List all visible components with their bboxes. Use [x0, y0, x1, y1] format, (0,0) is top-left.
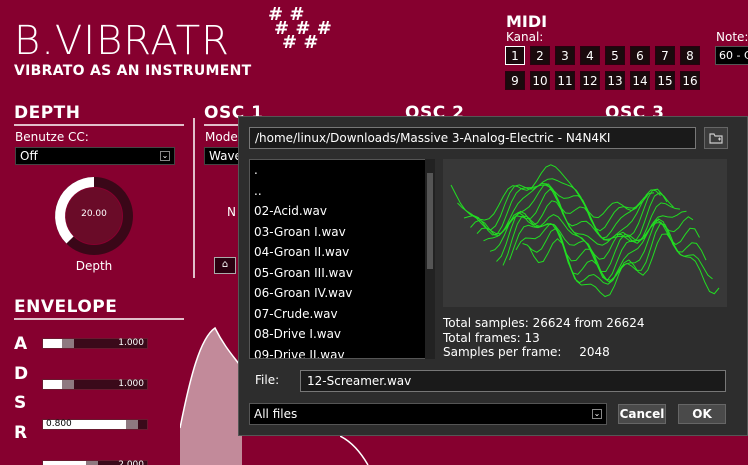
- channel-button-2[interactable]: 2: [530, 46, 550, 65]
- osc1-n-label: N: [227, 205, 236, 219]
- chevron-down-icon: ⌄: [592, 409, 602, 419]
- folder-icon: [709, 133, 723, 144]
- channel-button-4[interactable]: 4: [580, 46, 600, 65]
- channel-button-6[interactable]: 6: [630, 46, 650, 65]
- waveform-frame-line: [457, 178, 648, 232]
- cc-select[interactable]: Off ⌄: [15, 147, 175, 165]
- slider-thumb[interactable]: [61, 379, 74, 389]
- file-list-item[interactable]: 03-Groan I.wav: [250, 222, 434, 243]
- channel-button-9[interactable]: 9: [505, 71, 525, 90]
- new-folder-button[interactable]: [704, 127, 728, 149]
- file-list[interactable]: ... 02-Acid.wav 03-Groan I.wav 04-Groan II.…: [249, 159, 435, 359]
- cancel-button[interactable]: Cancel: [618, 404, 666, 424]
- envelope-title: ENVELOPE: [14, 297, 118, 317]
- channel-button-11[interactable]: 11: [555, 71, 575, 90]
- slider-value: 2.000: [118, 459, 144, 465]
- channel-button-10[interactable]: 10: [530, 71, 550, 90]
- channel-button-8[interactable]: 8: [680, 46, 700, 65]
- envelope-d-slider[interactable]: 1.000: [42, 378, 148, 390]
- channel-button-7[interactable]: 7: [655, 46, 675, 65]
- total-samples: Total samples: 26624 from 26624: [443, 316, 645, 330]
- channel-row-2: 9 10 11 12 13 14 15 16: [505, 71, 700, 90]
- channel-button-16[interactable]: 16: [680, 71, 700, 90]
- slider-fill: [43, 339, 62, 348]
- slider-value: 0.800: [46, 419, 72, 429]
- app-logo: B.VIBRATR: [14, 18, 230, 64]
- file-name-field[interactable]: 12-Screamer.wav: [300, 370, 726, 392]
- osc1-mode-select[interactable]: Wave: [204, 147, 242, 165]
- file-list-item[interactable]: ..: [250, 181, 434, 202]
- envelope-s-label: S: [14, 393, 27, 413]
- file-list-item[interactable]: 08-Drive I.wav: [250, 324, 434, 345]
- envelope-d-label: D: [14, 363, 29, 384]
- note-select[interactable]: 60 - C: [715, 46, 748, 65]
- osc1-divider: [204, 124, 238, 126]
- samples-per-frame: Samples per frame: 2048: [443, 345, 610, 359]
- envelope-s-slider[interactable]: 0.800: [42, 419, 148, 430]
- envelope-a-slider[interactable]: 1.000: [42, 338, 148, 349]
- envelope-curve: [180, 326, 242, 465]
- slider-fill: [43, 379, 62, 389]
- knob-value: 20.00: [81, 209, 107, 219]
- channel-button-5[interactable]: 5: [605, 46, 625, 65]
- total-frames: Total frames: 13: [443, 331, 540, 345]
- file-list-item[interactable]: 02-Acid.wav: [250, 201, 434, 222]
- file-list-item[interactable]: 09-Drive II.wav: [250, 345, 434, 359]
- slider-thumb[interactable]: [85, 460, 98, 465]
- file-list-item[interactable]: 05-Groan III.wav: [250, 263, 434, 284]
- osc1-mode-label: Mode: [205, 130, 238, 144]
- channel-row-1: 12345678: [505, 46, 700, 65]
- slider-fill: [43, 460, 86, 465]
- kanal-label: Kanal:: [506, 30, 544, 44]
- envelope-a-label: A: [14, 334, 28, 354]
- slider-value: 1.000: [118, 338, 144, 348]
- envelope-r-slider[interactable]: 2.000: [42, 459, 148, 465]
- knob-label: Depth: [75, 259, 113, 273]
- waveform-preview: [443, 159, 727, 307]
- file-list-item[interactable]: 04-Groan II.wav: [250, 242, 434, 263]
- channel-button-1[interactable]: 1: [505, 46, 525, 65]
- app-subtitle: VIBRATO AS AN INSTRUMENT: [14, 63, 252, 79]
- osc1-vertical-divider: [193, 118, 195, 278]
- envelope-divider: [14, 318, 184, 320]
- cc-select-value: Off: [20, 149, 38, 163]
- file-list-item[interactable]: 06-Groan IV.wav: [250, 283, 434, 304]
- midi-title: MIDI: [506, 12, 548, 31]
- osc1-home-icon[interactable]: ⌂: [214, 257, 236, 274]
- file-filter-select[interactable]: All files ⌄: [249, 403, 607, 425]
- channel-button-3[interactable]: 3: [555, 46, 575, 65]
- note-label: Note:: [716, 30, 748, 44]
- hash-decoration: # # # # # # #: [268, 4, 332, 53]
- channel-button-15[interactable]: 15: [655, 71, 675, 90]
- slider-thumb[interactable]: [61, 339, 74, 348]
- file-label: File:: [255, 373, 280, 387]
- channel-button-13[interactable]: 13: [605, 71, 625, 90]
- slider-thumb[interactable]: [126, 420, 139, 429]
- depth-title: DEPTH: [14, 103, 81, 123]
- envelope-curve-tail: [340, 436, 369, 465]
- ok-button[interactable]: OK: [678, 404, 726, 424]
- file-dialog: /home/linux/Downloads/Massive 3-Analog-E…: [238, 116, 748, 436]
- cc-label: Benutze CC:: [15, 130, 89, 144]
- channel-button-12[interactable]: 12: [580, 71, 600, 90]
- file-list-item[interactable]: .: [250, 160, 434, 181]
- channel-button-14[interactable]: 14: [630, 71, 650, 90]
- depth-divider: [14, 124, 184, 126]
- slider-value: 1.000: [118, 378, 144, 389]
- envelope-r-label: R: [14, 422, 28, 443]
- chevron-down-icon: ⌄: [160, 151, 170, 161]
- file-list-scroll-thumb[interactable]: [427, 173, 433, 269]
- file-list-item[interactable]: 07-Crude.wav: [250, 304, 434, 325]
- path-field[interactable]: /home/linux/Downloads/Massive 3-Analog-E…: [249, 127, 696, 149]
